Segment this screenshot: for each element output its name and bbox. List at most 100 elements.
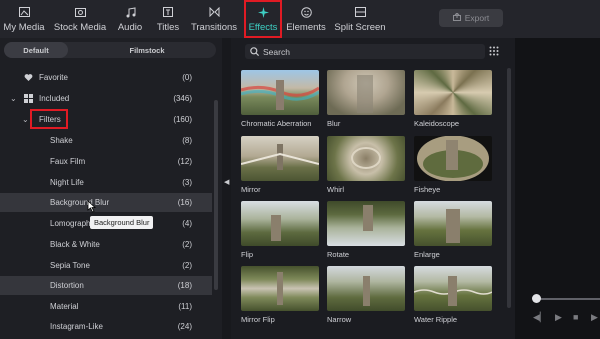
step-back-icon[interactable]: ◀▏ bbox=[533, 312, 547, 323]
tree-item-included[interactable]: ⌄ Included (346) bbox=[0, 89, 212, 108]
effect-title: Rotate bbox=[327, 250, 350, 259]
tab-label: My Media bbox=[3, 22, 45, 33]
tree-item-label: Shake bbox=[50, 136, 73, 145]
effect-thumbnail bbox=[327, 70, 405, 115]
tree-item-count: (346) bbox=[173, 94, 192, 103]
effects-scrollbar[interactable] bbox=[507, 68, 511, 308]
tree-item-label: Faux Film bbox=[50, 157, 86, 166]
tree-item-count: (8) bbox=[182, 136, 192, 145]
tree-item-label: Black & White bbox=[50, 240, 100, 249]
category-scrollbar[interactable] bbox=[214, 100, 218, 290]
tree-item-shake[interactable]: Shake (8) bbox=[0, 131, 212, 150]
tree-item-material[interactable]: Material (11) bbox=[0, 297, 212, 316]
tab-label: Split Screen bbox=[334, 22, 386, 33]
segment-default[interactable]: Default bbox=[4, 42, 68, 58]
search-placeholder: Search bbox=[263, 46, 290, 57]
transitions-icon bbox=[208, 6, 220, 18]
chevron-down-icon[interactable]: ⌄ bbox=[10, 94, 17, 103]
tree-item-black-white[interactable]: Black & White (2) bbox=[0, 235, 212, 254]
effect-thumbnail bbox=[414, 201, 492, 246]
tree-item-count: (18) bbox=[177, 281, 192, 290]
effect-card-chromatic-aberration[interactable]: Chromatic Aberration bbox=[241, 70, 319, 128]
effect-card-flip[interactable]: Flip bbox=[241, 201, 319, 259]
tab-my-media[interactable]: My Media bbox=[2, 0, 46, 38]
export-icon bbox=[452, 12, 461, 23]
sparkle-icon bbox=[257, 6, 269, 18]
tab-elements[interactable]: Elements bbox=[286, 0, 326, 38]
tab-split-screen[interactable]: Split Screen bbox=[334, 0, 386, 38]
tree-item-night-life[interactable]: Night Life (3) bbox=[0, 173, 212, 192]
panel-divider[interactable] bbox=[222, 38, 231, 339]
effect-title: Blur bbox=[327, 119, 341, 128]
effect-card-kaleidoscope[interactable]: Kaleidoscope bbox=[414, 70, 492, 128]
play-forward-icon[interactable]: ▶ bbox=[591, 312, 598, 323]
effect-title: Chromatic Aberration bbox=[241, 119, 312, 128]
tab-label: Stock Media bbox=[53, 22, 107, 33]
tree-item-instagram-like[interactable]: Instagram-Like (24) bbox=[0, 317, 212, 336]
library-segment: Default Filmstock bbox=[4, 42, 216, 58]
effects-grid-panel: Search Chromatic Aberration Blur Kaleido… bbox=[231, 38, 515, 339]
effect-title: Water Ripple bbox=[414, 315, 458, 324]
effect-card-narrow[interactable]: Narrow bbox=[327, 266, 405, 324]
grid-view-icon[interactable] bbox=[489, 46, 499, 58]
tab-audio[interactable]: Audio bbox=[114, 0, 146, 38]
effect-card-rotate[interactable]: Rotate bbox=[327, 201, 405, 259]
effect-title: Enlarge bbox=[414, 250, 440, 259]
tree-item-label: Distortion bbox=[50, 281, 84, 290]
tree-item-distortion[interactable]: Distortion (18) bbox=[0, 276, 212, 295]
tree-item-background-blur[interactable]: Background Blur (16) bbox=[0, 193, 212, 212]
tab-effects[interactable]: Effects bbox=[244, 0, 282, 38]
search-input[interactable]: Search bbox=[245, 44, 485, 59]
effects-category-panel: Default Filmstock Favorite (0) ⌄ Include… bbox=[0, 38, 222, 339]
effect-card-water-ripple[interactable]: Water Ripple bbox=[414, 266, 492, 324]
effect-thumbnail bbox=[414, 266, 492, 311]
effect-thumbnail bbox=[241, 266, 319, 311]
effect-card-fisheye[interactable]: Fisheye bbox=[414, 136, 492, 194]
tree-item-count: (12) bbox=[177, 157, 192, 166]
collapse-arrow-icon[interactable]: ◀ bbox=[224, 178, 229, 186]
tree-item-count: (24) bbox=[177, 322, 192, 331]
tab-label: Transitions bbox=[190, 22, 238, 33]
tree-item-count: (3) bbox=[182, 178, 192, 187]
tree-item-count: (0) bbox=[182, 73, 192, 82]
tab-label: Effects bbox=[248, 22, 278, 33]
segment-filmstock[interactable]: Filmstock bbox=[112, 42, 182, 58]
tree-item-label: Sepia Tone bbox=[50, 261, 90, 270]
tab-label: Elements bbox=[286, 22, 326, 33]
tree-item-count: (16) bbox=[177, 198, 192, 207]
tree-item-count: (2) bbox=[182, 261, 192, 270]
chevron-down-icon[interactable]: ⌄ bbox=[22, 115, 29, 124]
media-icon bbox=[18, 6, 30, 18]
tab-transitions[interactable]: Transitions bbox=[190, 0, 238, 38]
tab-titles[interactable]: Titles bbox=[152, 0, 184, 38]
effect-title: Flip bbox=[241, 250, 254, 259]
tree-item-favorite[interactable]: Favorite (0) bbox=[0, 68, 212, 87]
effect-title: Narrow bbox=[327, 315, 352, 324]
effect-thumbnail bbox=[327, 136, 405, 181]
tab-stock-media[interactable]: Stock Media bbox=[52, 0, 108, 38]
effect-title: Mirror bbox=[241, 185, 261, 194]
tree-item-count: (2) bbox=[182, 240, 192, 249]
preview-panel: ◀▏ ▶ ■ ▶ bbox=[515, 38, 600, 339]
grid-icon bbox=[24, 94, 33, 103]
effect-card-mirror[interactable]: Mirror bbox=[241, 136, 319, 194]
effect-card-mirror-flip[interactable]: Mirror Flip bbox=[241, 266, 319, 324]
playback-progress-track[interactable] bbox=[535, 298, 600, 300]
effect-card-whirl[interactable]: Whirl bbox=[327, 136, 405, 194]
tree-item-count: (11) bbox=[178, 302, 192, 311]
effect-thumbnail bbox=[414, 136, 492, 181]
effect-title: Fisheye bbox=[414, 185, 441, 194]
tree-item-label: Material bbox=[50, 302, 79, 311]
effect-thumbnail bbox=[241, 201, 319, 246]
effect-title: Kaleidoscope bbox=[414, 119, 460, 128]
tree-item-faux-film[interactable]: Faux Film (12) bbox=[0, 152, 212, 171]
playhead-handle[interactable] bbox=[532, 294, 541, 303]
tree-item-sepia-tone[interactable]: Sepia Tone (2) bbox=[0, 256, 212, 275]
stop-icon[interactable]: ■ bbox=[573, 312, 578, 322]
effect-card-blur[interactable]: Blur bbox=[327, 70, 405, 128]
tree-item-label: Favorite bbox=[39, 73, 68, 82]
effect-card-enlarge[interactable]: Enlarge bbox=[414, 201, 492, 259]
play-icon[interactable]: ▶ bbox=[555, 312, 562, 323]
tree-item-count: (160) bbox=[173, 115, 192, 124]
export-button[interactable]: Export bbox=[439, 9, 503, 27]
